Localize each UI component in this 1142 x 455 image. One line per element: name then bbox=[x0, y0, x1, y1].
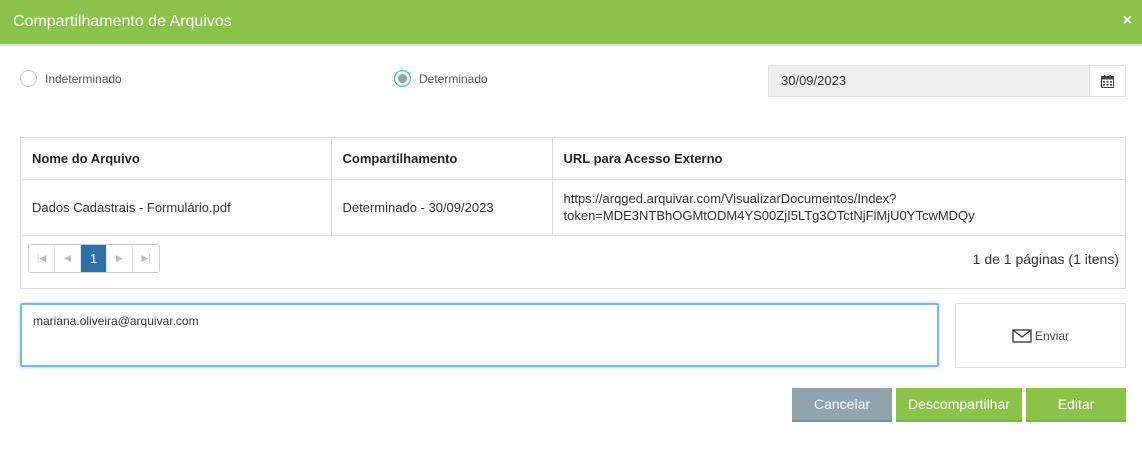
pager: |◀ ◀ 1 ▶ ▶| bbox=[28, 244, 160, 273]
close-icon[interactable]: × bbox=[1123, 12, 1132, 30]
column-header-sharing[interactable]: Compartilhamento bbox=[331, 138, 553, 180]
table-header-row: Nome do Arquivo Compartilhamento URL par… bbox=[21, 138, 1125, 180]
files-grid: Nome do Arquivo Compartilhamento URL par… bbox=[20, 137, 1126, 289]
table-row[interactable]: Dados Cadastrais - Formulário.pdf Determ… bbox=[21, 179, 1125, 236]
envelope-icon bbox=[1012, 328, 1032, 343]
last-page-icon[interactable]: ▶| bbox=[133, 245, 159, 272]
date-picker[interactable]: 30/09/2023 bbox=[768, 65, 1126, 97]
unshare-button[interactable]: Descompartilhar bbox=[896, 388, 1022, 422]
send-label: Enviar bbox=[1034, 328, 1069, 343]
files-table: Nome do Arquivo Compartilhamento URL par… bbox=[21, 138, 1125, 236]
dialog-header: Compartilhamento de Arquivos × bbox=[0, 0, 1142, 46]
cell-url: https://arqged.arquivar.com/VisualizarDo… bbox=[552, 179, 1125, 236]
radio-indeterminate[interactable]: Indeterminado bbox=[20, 70, 122, 87]
url-line: token=MDE3NTBhOGMtODM4YS00ZjI5LTg3OTctNj… bbox=[563, 208, 975, 223]
pager-info: 1 de 1 páginas (1 itens) bbox=[972, 251, 1119, 267]
edit-button[interactable]: Editar bbox=[1026, 388, 1126, 422]
page-button-current[interactable]: 1 bbox=[81, 245, 107, 272]
prev-page-icon[interactable]: ◀ bbox=[55, 245, 81, 272]
date-input[interactable]: 30/09/2023 bbox=[769, 66, 1089, 96]
calendar-icon[interactable] bbox=[1089, 66, 1125, 96]
radio-determinate[interactable]: Determinado bbox=[394, 70, 488, 87]
radio-label: Determinado bbox=[419, 71, 488, 86]
dialog-title: Compartilhamento de Arquivos bbox=[13, 13, 232, 30]
column-header-url[interactable]: URL para Acesso Externo bbox=[552, 138, 1125, 180]
cell-file: Dados Cadastrais - Formulário.pdf bbox=[21, 179, 332, 236]
cancel-button[interactable]: Cancelar bbox=[792, 388, 892, 422]
email-input[interactable]: mariana.oliveira@arquivar.com bbox=[20, 303, 939, 367]
radio-circle bbox=[394, 70, 411, 87]
url-line: https://arqged.arquivar.com/VisualizarDo… bbox=[563, 191, 897, 206]
first-page-icon[interactable]: |◀ bbox=[29, 245, 55, 272]
column-header-file[interactable]: Nome do Arquivo bbox=[21, 138, 332, 180]
next-page-icon[interactable]: ▶ bbox=[107, 245, 133, 272]
radio-label: Indeterminado bbox=[45, 71, 122, 86]
cell-sharing: Determinado - 30/09/2023 bbox=[331, 179, 553, 236]
send-button[interactable]: Enviar bbox=[955, 303, 1126, 368]
radio-circle bbox=[20, 70, 37, 87]
